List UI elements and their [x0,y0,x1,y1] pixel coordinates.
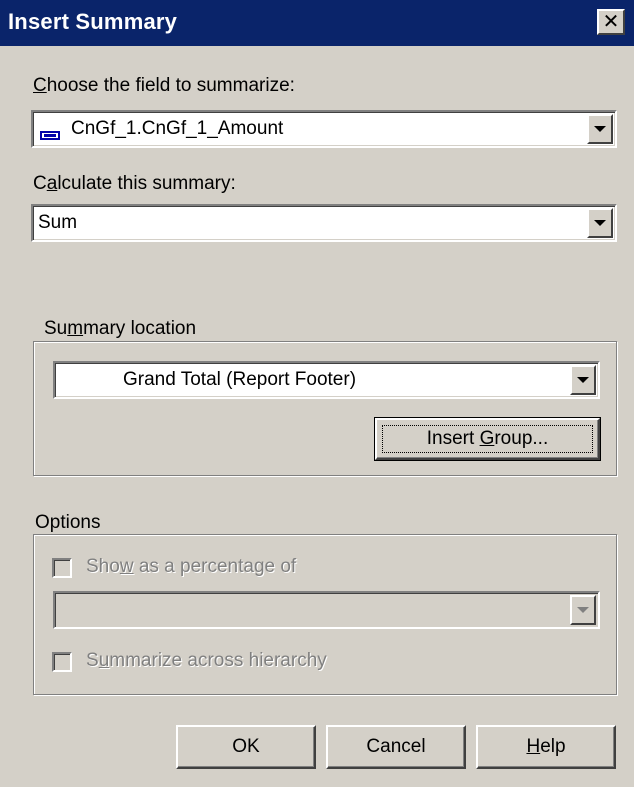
help-button[interactable]: Help [476,725,616,769]
field-dropdown-button[interactable] [587,114,613,144]
calculate-dropdown-button[interactable] [587,208,613,238]
calculate-combobox[interactable]: Sum [31,204,617,242]
summary-location-legend: Summary location [40,318,201,340]
close-icon: ✕ [602,11,620,33]
insert-group-button[interactable]: Insert Group... [374,417,601,461]
percentage-combobox[interactable] [53,591,600,629]
show-percentage-label: Show as a percentage of [86,556,297,577]
title-bar: Insert Summary ✕ [0,0,634,46]
field-label: Choose the field to summarize: [33,75,295,96]
summary-location-value: Grand Total (Report Footer) [123,369,357,390]
dialog-title: Insert Summary [8,9,178,34]
calculate-label: Calculate this summary: [33,173,236,194]
calculate-value: Sum [38,212,78,233]
show-percentage-checkbox[interactable] [52,558,72,578]
percentage-dropdown-button[interactable] [570,595,596,625]
chevron-down-icon [577,607,589,613]
field-combobox[interactable]: CnGf_1.CnGf_1_Amount [31,110,617,148]
summarize-hierarchy-label: Summarize across hierarchy [86,650,327,671]
chevron-down-icon [577,377,589,383]
options-legend: Options [31,512,105,534]
help-label: Help [526,736,566,757]
ok-button[interactable]: OK [176,725,316,769]
cancel-button[interactable]: Cancel [326,725,466,769]
close-button[interactable]: ✕ [597,9,625,35]
database-field-icon [40,131,60,140]
summary-location-dropdown-button[interactable] [570,365,596,395]
chevron-down-icon [594,126,606,132]
summarize-hierarchy-checkbox[interactable] [52,652,72,672]
summary-location-combobox[interactable]: Grand Total (Report Footer) [53,361,600,399]
focus-rectangle [382,425,593,453]
chevron-down-icon [594,220,606,226]
field-value: CnGf_1.CnGf_1_Amount [71,118,284,139]
